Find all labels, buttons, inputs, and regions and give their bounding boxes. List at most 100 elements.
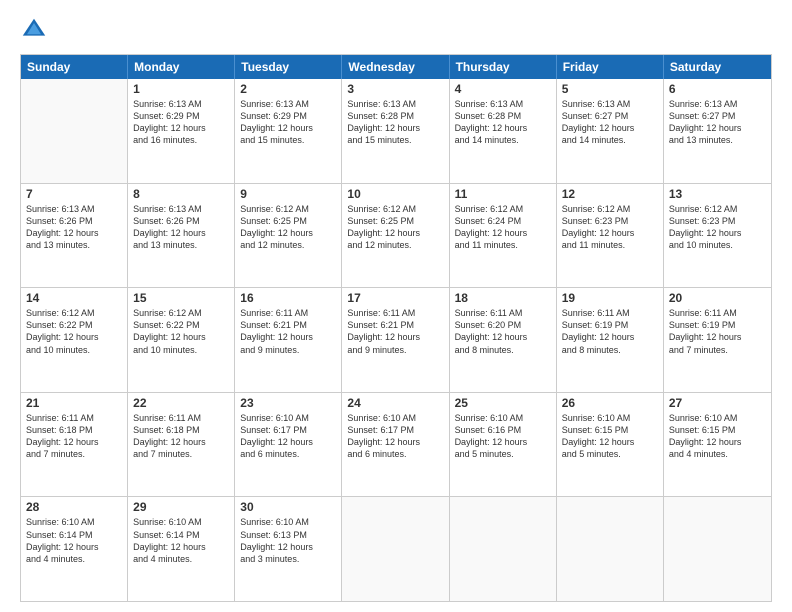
day-number: 26: [562, 396, 658, 410]
header-day-wednesday: Wednesday: [342, 55, 449, 79]
day-info: Sunrise: 6:12 AM Sunset: 6:25 PM Dayligh…: [240, 203, 336, 252]
empty-cell: [450, 497, 557, 601]
calendar-header: SundayMondayTuesdayWednesdayThursdayFrid…: [21, 55, 771, 79]
page: SundayMondayTuesdayWednesdayThursdayFrid…: [0, 0, 792, 612]
day-cell-8: 8 Sunrise: 6:13 AM Sunset: 6:26 PM Daylig…: [128, 184, 235, 288]
day-info: Sunrise: 6:12 AM Sunset: 6:23 PM Dayligh…: [669, 203, 766, 252]
header: [20, 16, 772, 44]
day-cell-2: 2Sunrise: 6:13 AM Sunset: 6:29 PM Daylig…: [235, 79, 342, 183]
day-number: 8: [133, 187, 229, 201]
day-number: 29: [133, 500, 229, 514]
day-cell-19: 19 Sunrise: 6:11 AM Sunset: 6:19 PM Dayli…: [557, 288, 664, 392]
day-info: Sunrise: 6:13 AM Sunset: 6:29 PM Dayligh…: [240, 98, 336, 147]
day-info: Sunrise: 6:11 AM Sunset: 6:20 PM Dayligh…: [455, 307, 551, 356]
day-number: 17: [347, 291, 443, 305]
day-cell-10: 10 Sunrise: 6:12 AM Sunset: 6:25 PM Dayli…: [342, 184, 449, 288]
day-number: 13: [669, 187, 766, 201]
day-info: Sunrise: 6:13 AM Sunset: 6:28 PM Dayligh…: [455, 98, 551, 147]
day-info: Sunrise: 6:13 AM Sunset: 6:28 PM Dayligh…: [347, 98, 443, 147]
header-day-friday: Friday: [557, 55, 664, 79]
calendar-row-2: 7 Sunrise: 6:13 AM Sunset: 6:26 PM Daylig…: [21, 183, 771, 288]
calendar-row-3: 14Sunrise: 6:12 AM Sunset: 6:22 PM Dayli…: [21, 287, 771, 392]
day-cell-20: 20 Sunrise: 6:11 AM Sunset: 6:19 PM Dayli…: [664, 288, 771, 392]
day-number: 18: [455, 291, 551, 305]
day-cell-23: 23 Sunrise: 6:10 AM Sunset: 6:17 PM Dayli…: [235, 393, 342, 497]
day-number: 16: [240, 291, 336, 305]
day-cell-13: 13 Sunrise: 6:12 AM Sunset: 6:23 PM Dayli…: [664, 184, 771, 288]
day-info: Sunrise: 6:10 AM Sunset: 6:14 PM Dayligh…: [26, 516, 122, 565]
empty-cell: [557, 497, 664, 601]
header-day-sunday: Sunday: [21, 55, 128, 79]
day-cell-26: 26Sunrise: 6:10 AM Sunset: 6:15 PM Dayli…: [557, 393, 664, 497]
day-number: 22: [133, 396, 229, 410]
day-info: Sunrise: 6:12 AM Sunset: 6:23 PM Dayligh…: [562, 203, 658, 252]
day-number: 27: [669, 396, 766, 410]
day-info: Sunrise: 6:12 AM Sunset: 6:24 PM Dayligh…: [455, 203, 551, 252]
day-number: 30: [240, 500, 336, 514]
day-cell-24: 24Sunrise: 6:10 AM Sunset: 6:17 PM Dayli…: [342, 393, 449, 497]
header-day-tuesday: Tuesday: [235, 55, 342, 79]
day-number: 9: [240, 187, 336, 201]
day-number: 6: [669, 82, 766, 96]
day-info: Sunrise: 6:11 AM Sunset: 6:18 PM Dayligh…: [133, 412, 229, 461]
day-cell-25: 25 Sunrise: 6:10 AM Sunset: 6:16 PM Dayli…: [450, 393, 557, 497]
day-cell-16: 16 Sunrise: 6:11 AM Sunset: 6:21 PM Dayli…: [235, 288, 342, 392]
calendar-row-5: 28 Sunrise: 6:10 AM Sunset: 6:14 PM Dayli…: [21, 496, 771, 601]
day-info: Sunrise: 6:10 AM Sunset: 6:15 PM Dayligh…: [669, 412, 766, 461]
day-info: Sunrise: 6:10 AM Sunset: 6:13 PM Dayligh…: [240, 516, 336, 565]
day-cell-15: 15Sunrise: 6:12 AM Sunset: 6:22 PM Dayli…: [128, 288, 235, 392]
day-cell-14: 14Sunrise: 6:12 AM Sunset: 6:22 PM Dayli…: [21, 288, 128, 392]
day-number: 28: [26, 500, 122, 514]
day-cell-4: 4 Sunrise: 6:13 AM Sunset: 6:28 PM Daylig…: [450, 79, 557, 183]
day-number: 14: [26, 291, 122, 305]
day-info: Sunrise: 6:13 AM Sunset: 6:26 PM Dayligh…: [133, 203, 229, 252]
empty-cell: [664, 497, 771, 601]
day-cell-17: 17 Sunrise: 6:11 AM Sunset: 6:21 PM Dayli…: [342, 288, 449, 392]
day-cell-29: 29 Sunrise: 6:10 AM Sunset: 6:14 PM Dayli…: [128, 497, 235, 601]
logo-icon: [20, 16, 48, 44]
day-number: 10: [347, 187, 443, 201]
empty-cell: [21, 79, 128, 183]
day-number: 15: [133, 291, 229, 305]
day-info: Sunrise: 6:11 AM Sunset: 6:18 PM Dayligh…: [26, 412, 122, 461]
day-info: Sunrise: 6:12 AM Sunset: 6:25 PM Dayligh…: [347, 203, 443, 252]
day-info: Sunrise: 6:13 AM Sunset: 6:29 PM Dayligh…: [133, 98, 229, 147]
day-cell-5: 5Sunrise: 6:13 AM Sunset: 6:27 PM Daylig…: [557, 79, 664, 183]
day-info: Sunrise: 6:11 AM Sunset: 6:21 PM Dayligh…: [240, 307, 336, 356]
day-number: 25: [455, 396, 551, 410]
calendar-body: 1 Sunrise: 6:13 AM Sunset: 6:29 PM Daylig…: [21, 79, 771, 601]
calendar-row-1: 1 Sunrise: 6:13 AM Sunset: 6:29 PM Daylig…: [21, 79, 771, 183]
header-day-monday: Monday: [128, 55, 235, 79]
day-number: 3: [347, 82, 443, 96]
day-cell-3: 3 Sunrise: 6:13 AM Sunset: 6:28 PM Daylig…: [342, 79, 449, 183]
day-number: 1: [133, 82, 229, 96]
day-cell-18: 18 Sunrise: 6:11 AM Sunset: 6:20 PM Dayli…: [450, 288, 557, 392]
day-info: Sunrise: 6:10 AM Sunset: 6:17 PM Dayligh…: [347, 412, 443, 461]
day-number: 19: [562, 291, 658, 305]
day-info: Sunrise: 6:13 AM Sunset: 6:27 PM Dayligh…: [562, 98, 658, 147]
day-number: 7: [26, 187, 122, 201]
day-cell-28: 28 Sunrise: 6:10 AM Sunset: 6:14 PM Dayli…: [21, 497, 128, 601]
day-cell-7: 7Sunrise: 6:13 AM Sunset: 6:26 PM Daylig…: [21, 184, 128, 288]
day-info: Sunrise: 6:10 AM Sunset: 6:17 PM Dayligh…: [240, 412, 336, 461]
day-info: Sunrise: 6:10 AM Sunset: 6:14 PM Dayligh…: [133, 516, 229, 565]
day-number: 4: [455, 82, 551, 96]
header-day-thursday: Thursday: [450, 55, 557, 79]
day-cell-22: 22 Sunrise: 6:11 AM Sunset: 6:18 PM Dayli…: [128, 393, 235, 497]
day-number: 23: [240, 396, 336, 410]
day-cell-1: 1 Sunrise: 6:13 AM Sunset: 6:29 PM Daylig…: [128, 79, 235, 183]
day-info: Sunrise: 6:11 AM Sunset: 6:19 PM Dayligh…: [562, 307, 658, 356]
day-cell-30: 30 Sunrise: 6:10 AM Sunset: 6:13 PM Dayli…: [235, 497, 342, 601]
day-cell-11: 11 Sunrise: 6:12 AM Sunset: 6:24 PM Dayli…: [450, 184, 557, 288]
day-info: Sunrise: 6:13 AM Sunset: 6:27 PM Dayligh…: [669, 98, 766, 147]
day-number: 20: [669, 291, 766, 305]
empty-cell: [342, 497, 449, 601]
day-cell-6: 6 Sunrise: 6:13 AM Sunset: 6:27 PM Daylig…: [664, 79, 771, 183]
day-info: Sunrise: 6:11 AM Sunset: 6:19 PM Dayligh…: [669, 307, 766, 356]
day-number: 11: [455, 187, 551, 201]
calendar-row-4: 21Sunrise: 6:11 AM Sunset: 6:18 PM Dayli…: [21, 392, 771, 497]
day-info: Sunrise: 6:11 AM Sunset: 6:21 PM Dayligh…: [347, 307, 443, 356]
day-cell-27: 27 Sunrise: 6:10 AM Sunset: 6:15 PM Dayli…: [664, 393, 771, 497]
day-info: Sunrise: 6:10 AM Sunset: 6:16 PM Dayligh…: [455, 412, 551, 461]
logo: [20, 16, 52, 44]
